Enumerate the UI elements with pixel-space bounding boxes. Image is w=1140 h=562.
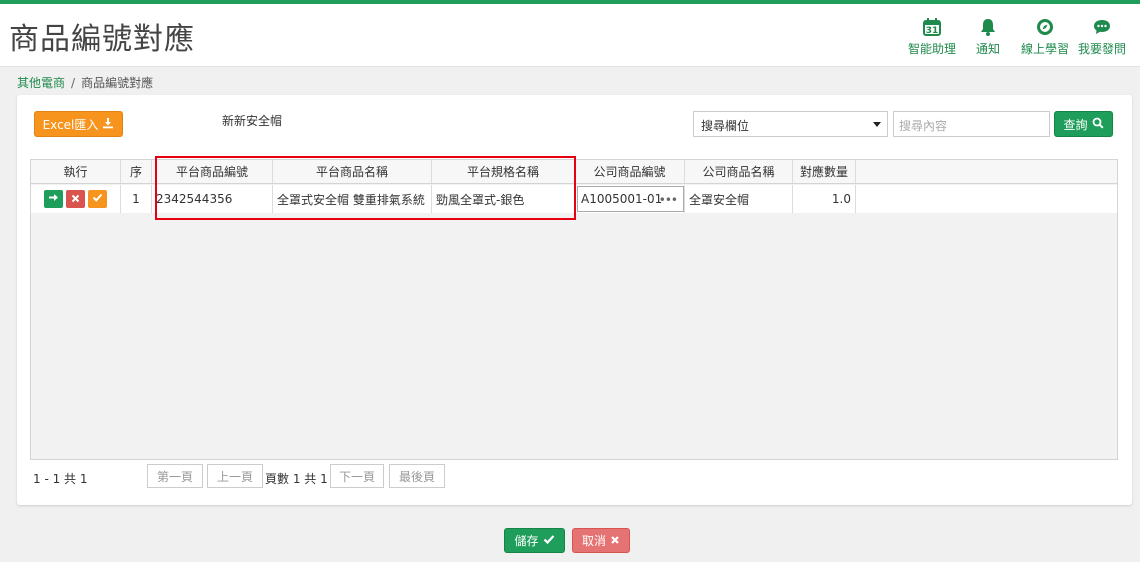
search-placeholder: 搜尋內容 <box>899 119 948 133</box>
page-header: 商品編號對應 31 智能助理 通知 線上學習 我要發問 <box>0 4 1140 67</box>
store-name: 新新安全帽 <box>222 114 283 128</box>
query-label: 查詢 <box>1063 117 1088 132</box>
search-field-value: 搜尋欄位 <box>701 119 750 133</box>
row-platform-name: 全罩式安全帽 雙重排氣系統 <box>277 192 425 207</box>
excel-import-button[interactable]: Excel匯入 <box>34 111 123 137</box>
online-learning-button[interactable]: 線上學習 <box>1018 17 1072 57</box>
column-header-seq: 序 <box>121 160 152 183</box>
search-icon <box>1092 117 1104 132</box>
calendar-badge: 31 <box>926 26 939 36</box>
mapping-grid: 執行 序 平台商品編號 平台商品名稱 平台規格名稱 公司商品編號 公司商品名稱 … <box>30 159 1118 460</box>
smart-assistant-label: 智能助理 <box>907 42 956 56</box>
row-platform-code: 2342544356 <box>152 185 273 213</box>
query-button[interactable]: 查詢 <box>1054 111 1113 137</box>
notification-label: 通知 <box>975 42 1000 56</box>
smart-assistant-button[interactable]: 31 智能助理 <box>906 17 958 57</box>
row-platform-name-cell: 全罩式安全帽 雙重排氣系統 <box>273 185 432 213</box>
column-header-company-name[interactable]: 公司商品名稱 <box>685 160 793 183</box>
online-learning-label: 線上學習 <box>1020 42 1069 56</box>
column-header-platform-name[interactable]: 平台商品名稱 <box>273 160 432 183</box>
next-page-button[interactable]: 下一頁 <box>330 464 384 488</box>
search-field-select[interactable]: 搜尋欄位 <box>693 111 888 137</box>
apply-button[interactable] <box>44 190 63 208</box>
column-header-platform-spec[interactable]: 平台規格名稱 <box>432 160 575 183</box>
row-company-code-cell: A1005001-01 ••• <box>575 185 685 213</box>
column-header-company-code[interactable]: 公司商品編號 <box>575 160 685 183</box>
chat-bubble-icon <box>1076 17 1128 37</box>
delete-button[interactable] <box>66 190 85 208</box>
row-platform-spec: 勁風全罩式-銀色 <box>432 185 575 213</box>
column-header-platform-code[interactable]: 平台商品編號 <box>152 160 273 183</box>
column-header-qty[interactable]: 對應數量 <box>793 160 856 183</box>
download-icon <box>102 117 114 132</box>
ask-question-button[interactable]: 我要發問 <box>1076 17 1128 57</box>
row-company-name: 全罩安全帽 <box>685 185 793 213</box>
close-icon <box>610 534 620 548</box>
breadcrumb: 其他電商 / 商品編號對應 <box>17 74 153 91</box>
prev-page-button[interactable]: 上一頁 <box>207 464 263 488</box>
close-icon <box>71 192 80 206</box>
notification-button[interactable]: 通知 <box>972 17 1004 57</box>
bell-icon <box>972 17 1004 37</box>
save-button[interactable]: 儲存 <box>504 528 565 553</box>
company-code-input[interactable]: A1005001-01 ••• <box>577 186 684 212</box>
first-page-button[interactable]: 第一頁 <box>147 464 203 488</box>
confirm-button[interactable] <box>88 190 107 208</box>
arrow-right-icon <box>48 192 59 206</box>
ask-question-label: 我要發問 <box>1077 42 1126 56</box>
page-title: 商品編號對應 <box>9 22 195 57</box>
breadcrumb-separator: / <box>71 76 76 90</box>
compass-icon <box>1018 17 1072 37</box>
column-header-execute: 執行 <box>31 160 121 183</box>
row-actions <box>31 185 121 213</box>
check-icon <box>92 192 103 206</box>
pager-info: 頁數 1 共 1 <box>265 472 328 486</box>
table-row: 1 2342544356 全罩式安全帽 雙重排氣系統 勁風全罩式-銀色 A100… <box>31 185 1117 213</box>
pager-range: 1 - 1 共 1 <box>33 472 88 486</box>
ellipsis-icon[interactable]: ••• <box>659 193 678 207</box>
cancel-label: 取消 <box>581 534 606 548</box>
search-input[interactable]: 搜尋內容 <box>893 111 1050 137</box>
check-icon <box>543 534 555 548</box>
row-seq: 1 <box>121 185 152 213</box>
caret-down-icon <box>873 122 881 127</box>
cancel-button[interactable]: 取消 <box>572 528 630 553</box>
calendar-icon: 31 <box>906 17 958 37</box>
last-page-button[interactable]: 最後頁 <box>389 464 445 488</box>
save-label: 儲存 <box>514 534 539 548</box>
breadcrumb-parent-link[interactable]: 其他電商 <box>17 76 65 90</box>
grid-header: 執行 序 平台商品編號 平台商品名稱 平台規格名稱 公司商品編號 公司商品名稱 … <box>31 160 1117 184</box>
row-qty: 1.0 <box>793 185 856 213</box>
breadcrumb-current: 商品編號對應 <box>81 76 154 90</box>
content-card: Excel匯入 新新安全帽 搜尋欄位 搜尋內容 查詢 執行 序 平台商品編號 平… <box>17 95 1132 505</box>
pager: 1 - 1 共 1 第一頁 上一頁 頁數 1 共 1 下一頁 最後頁 <box>17 463 1132 489</box>
excel-import-label: Excel匯入 <box>42 117 99 132</box>
company-code-value: A1005001-01 <box>581 192 663 206</box>
